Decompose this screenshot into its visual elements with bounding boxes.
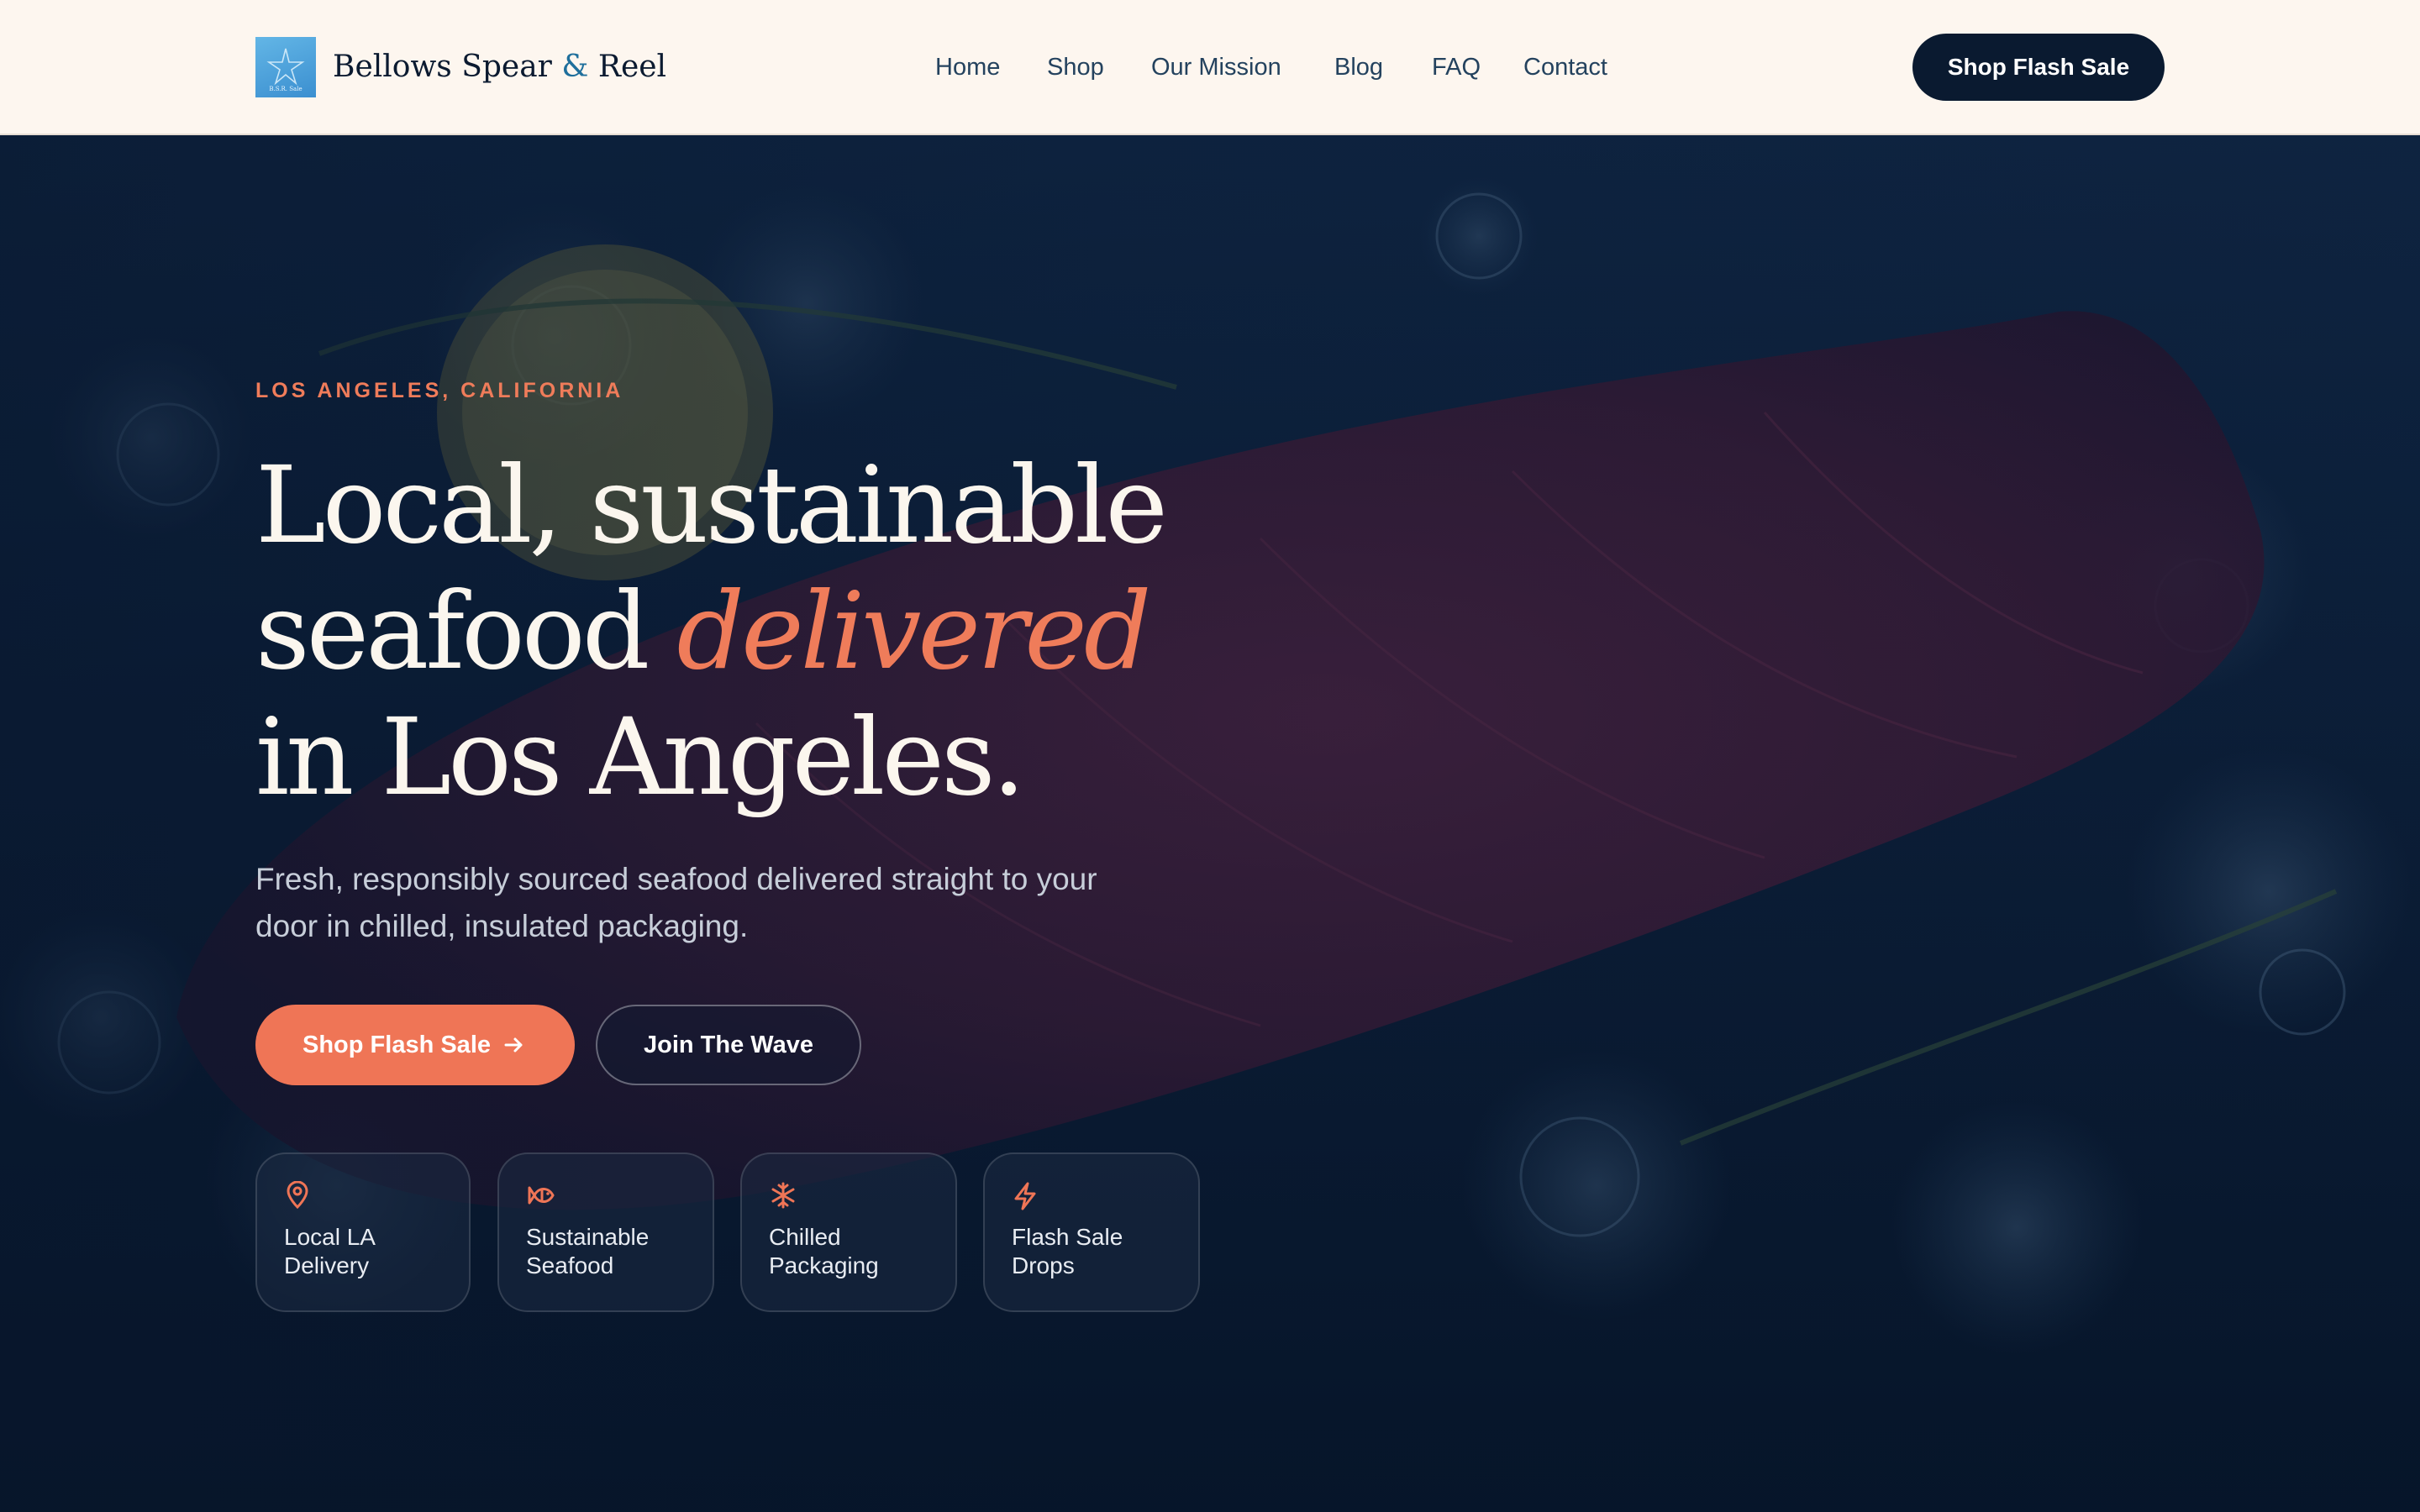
nav-link-shop[interactable]: Shop — [1047, 49, 1104, 86]
brand-logo[interactable]: B.S.R. Sale — [255, 37, 316, 97]
feature-label-line2: Packaging — [769, 1252, 879, 1278]
feature-card-sustainable-seafood: Sustainable Seafood — [497, 1152, 714, 1312]
logo-badge-text: B.S.R. Sale — [269, 86, 302, 92]
feature-card-chilled-packaging: Chilled Packaging — [740, 1152, 957, 1312]
brand-ampersand: & — [561, 50, 589, 84]
lightning-icon — [1014, 1182, 1036, 1210]
hero-headline-accent: delivered — [676, 570, 1151, 693]
feature-label-line1: Flash Sale — [1012, 1224, 1123, 1250]
nav-link-our-mission[interactable]: Our Mission — [1151, 49, 1281, 86]
site-header: B.S.R. Sale Bellows Spear & Reel Home Sh… — [0, 0, 2420, 135]
hero-section: LOS ANGELES, CALIFORNIA Local, sustainab… — [0, 135, 2420, 1512]
feature-card-flash-sale-drops: Flash Sale Drops — [983, 1152, 1200, 1312]
map-pin-icon — [287, 1181, 308, 1210]
nav-link-home[interactable]: Home — [935, 49, 1000, 86]
snowflake-icon — [771, 1182, 795, 1209]
feature-card-local-delivery: Local LA Delivery — [255, 1152, 471, 1312]
brand-name-part1: Bellows Spear — [333, 50, 552, 84]
brand-name[interactable]: Bellows Spear & Reel — [333, 44, 666, 91]
join-the-wave-button[interactable]: Join The Wave — [596, 1005, 861, 1085]
feature-label-line2: Seafood — [526, 1252, 614, 1278]
starfish-icon: B.S.R. Sale — [266, 48, 305, 92]
hero-subtitle-line2: door in chilled, insulated packaging. — [255, 909, 749, 943]
hero-location-eyebrow: LOS ANGELES, CALIFORNIA — [255, 379, 624, 402]
feature-label-line1: Chilled — [769, 1224, 841, 1250]
hero-subtitle-line1: Fresh, responsibly sourced seafood deliv… — [255, 862, 1097, 896]
arrow-right-icon — [504, 1037, 523, 1053]
hero-shop-flash-sale-button[interactable]: Shop Flash Sale — [255, 1005, 575, 1085]
feature-label: Chilled Packaging — [769, 1223, 945, 1280]
nav-link-blog[interactable]: Blog — [1334, 49, 1383, 86]
hero-headline-line1: Local, sustainable — [255, 444, 1168, 567]
feature-label-line1: Sustainable — [526, 1224, 650, 1250]
feature-label-line2: Delivery — [284, 1252, 370, 1278]
feature-label-line2: Drops — [1012, 1252, 1075, 1278]
nav-link-contact[interactable]: Contact — [1523, 49, 1607, 86]
feature-label-line1: Local LA — [284, 1224, 376, 1250]
hero-headline-line3: in Los Angeles. — [255, 696, 1026, 819]
hero-headline-line2: seafood delivered — [255, 569, 1264, 695]
hero-headline-plain: seafood — [255, 570, 650, 693]
header-shop-flash-sale-button[interactable]: Shop Flash Sale — [1912, 34, 2165, 101]
feature-label: Flash Sale Drops — [1012, 1223, 1188, 1280]
brand-name-part2: Reel — [597, 50, 667, 84]
feature-label: Sustainable Seafood — [526, 1223, 702, 1280]
fish-icon — [528, 1186, 555, 1205]
feature-label: Local LA Delivery — [284, 1223, 460, 1280]
nav-link-faq[interactable]: FAQ — [1432, 49, 1481, 86]
hero-shop-flash-sale-label: Shop Flash Sale — [302, 1032, 491, 1058]
